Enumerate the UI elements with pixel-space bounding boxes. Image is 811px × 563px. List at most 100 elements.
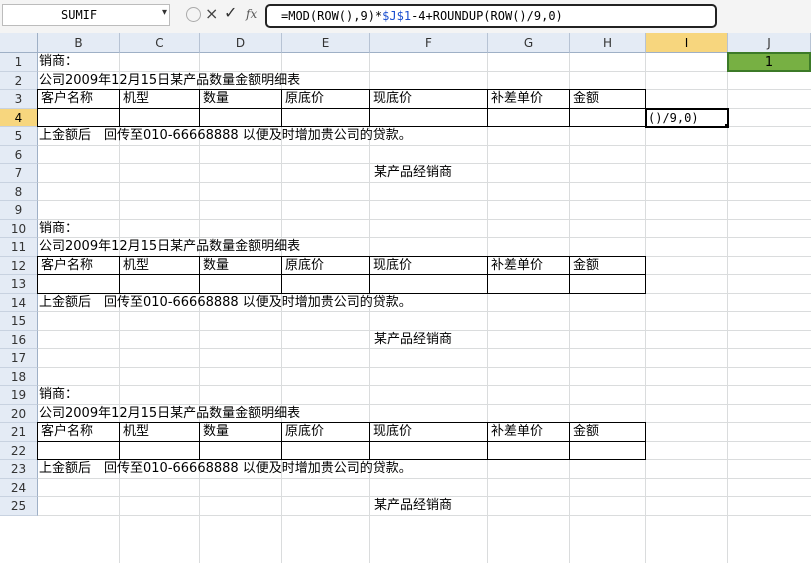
remittance-note: 上金额后 回传至010-66668888 以便及时增加贵公司的贷款。 <box>39 461 412 476</box>
cancel-icon[interactable]: × <box>205 4 218 23</box>
table-border <box>487 422 488 460</box>
chevron-down-icon[interactable]: ▾ <box>162 7 167 18</box>
name-box-value: SUMIF <box>61 8 98 22</box>
table-header-cell: 客户名称 <box>41 91 94 106</box>
row-header-15[interactable]: 15 <box>0 312 38 331</box>
column-header-j[interactable]: J <box>728 33 811 53</box>
row-header-1[interactable]: 1 <box>0 53 38 72</box>
gridline-vertical <box>727 53 728 563</box>
signature-dealer: 某产品经销商 <box>374 165 453 180</box>
table-border <box>119 255 120 294</box>
formula-cell-reference: $J$1 <box>382 9 412 23</box>
table-border <box>37 422 38 460</box>
table-border <box>37 89 38 127</box>
row-header-5[interactable]: 5 <box>0 127 38 146</box>
formula-bar-circle-icon <box>186 7 201 22</box>
select-all-corner[interactable] <box>0 33 38 53</box>
row-header-12[interactable]: 12 <box>0 256 38 275</box>
column-header-b[interactable]: B <box>38 33 120 53</box>
table-header-cell: 客户名称 <box>41 257 94 273</box>
row-header-23[interactable]: 23 <box>0 460 38 479</box>
row-header-2[interactable]: 2 <box>0 71 38 90</box>
formula-part: -4+ROUNDUP(ROW()/9,0) <box>411 9 563 23</box>
row-header-18[interactable]: 18 <box>0 367 38 386</box>
table-header-cell: 数量 <box>203 257 230 273</box>
row-header-22[interactable]: 22 <box>0 441 38 460</box>
row-header-21[interactable]: 21 <box>0 423 38 442</box>
name-box[interactable]: SUMIF ▾ <box>2 4 170 26</box>
dealer-label: 销商： <box>39 54 79 69</box>
gridline-horizontal <box>38 218 811 220</box>
formula-bar: SUMIF ▾ × ✓ fx =MOD(ROW(),9)*$J$1-4+ROUN… <box>0 0 811 34</box>
row-header-4[interactable]: 4 <box>0 108 38 127</box>
table-header-cell: 现底价 <box>373 424 413 439</box>
table-border <box>119 89 120 127</box>
table-border <box>369 422 370 460</box>
cell-i4-editing[interactable]: ()/9,0) <box>645 107 729 128</box>
row-header-6[interactable]: 6 <box>0 145 38 164</box>
report-title: 公司2009年12月15日某产品数量金额明细表 <box>39 72 301 88</box>
table-header-cell: 机型 <box>123 424 150 439</box>
table-header-cell: 金额 <box>573 91 600 106</box>
report-title: 公司2009年12月15日某产品数量金额明细表 <box>39 405 301 421</box>
row-header-20[interactable]: 20 <box>0 404 38 423</box>
table-header-cell: 原底价 <box>285 424 325 439</box>
row-header-17[interactable]: 17 <box>0 349 38 368</box>
table-header-cell: 机型 <box>123 257 150 273</box>
column-header-i[interactable]: I <box>646 33 728 53</box>
table-border <box>119 422 120 460</box>
table-border <box>569 89 570 127</box>
column-header-c[interactable]: C <box>120 33 200 53</box>
table-border <box>199 89 200 127</box>
column-header-d[interactable]: D <box>200 33 282 53</box>
cell-i4-text: ()/9,0) <box>648 110 699 125</box>
row-header-10[interactable]: 10 <box>0 219 38 238</box>
enter-check-icon[interactable]: ✓ <box>224 3 237 22</box>
table-border <box>369 255 370 294</box>
spreadsheet-window: SUMIF ▾ × ✓ fx =MOD(ROW(),9)*$J$1-4+ROUN… <box>0 0 811 563</box>
signature-dealer: 某产品经销商 <box>374 331 453 347</box>
table-border <box>645 422 646 460</box>
table-border <box>369 89 370 127</box>
table-header-cell: 补差单价 <box>491 91 544 106</box>
worksheet-grid[interactable]: B C D E F G H I J 1 2 3 4 5 6 7 8 9 10 11 12 13 14 15 16 17 18 19 20… <box>0 33 811 563</box>
formula-input[interactable]: =MOD(ROW(),9)*$J$1-4+ROUNDUP(ROW()/9,0) <box>265 4 717 28</box>
dealer-label: 销商： <box>39 387 79 402</box>
row-header-16[interactable]: 16 <box>0 330 38 349</box>
row-header-3[interactable]: 3 <box>0 90 38 109</box>
gridline-vertical <box>569 53 570 563</box>
row-header-9[interactable]: 9 <box>0 201 38 220</box>
table-border <box>199 422 200 460</box>
table-border <box>487 89 488 127</box>
fill-handle[interactable] <box>725 124 727 127</box>
column-header-g[interactable]: G <box>488 33 570 53</box>
table-border <box>199 255 200 294</box>
cell-j1[interactable]: 1 <box>727 52 811 72</box>
table-border <box>38 255 646 257</box>
row-header-19[interactable]: 19 <box>0 386 38 405</box>
table-header-cell: 补差单价 <box>491 257 544 273</box>
gridline-horizontal <box>38 366 811 368</box>
column-header-f[interactable]: F <box>370 33 488 53</box>
table-header-cell: 机型 <box>123 91 150 106</box>
row-header-24[interactable]: 24 <box>0 478 38 497</box>
row-header-7[interactable]: 7 <box>0 164 38 183</box>
row-header-14[interactable]: 14 <box>0 293 38 312</box>
table-header-cell: 现底价 <box>373 257 413 273</box>
insert-function-icon[interactable]: fx <box>246 7 257 21</box>
table-border <box>37 255 38 294</box>
row-header-13[interactable]: 13 <box>0 275 38 294</box>
table-border <box>38 422 646 423</box>
column-header-h[interactable]: H <box>570 33 646 53</box>
gridline-horizontal <box>38 200 811 201</box>
table-header-cell: 客户名称 <box>41 424 94 439</box>
row-header-11[interactable]: 11 <box>0 238 38 257</box>
table-border <box>645 255 646 294</box>
gridline-horizontal <box>38 385 811 386</box>
remittance-note: 上金额后 回传至010-66668888 以便及时增加贵公司的贷款。 <box>39 128 412 143</box>
row-header-8[interactable]: 8 <box>0 182 38 201</box>
table-header-cell: 补差单价 <box>491 424 544 439</box>
table-border <box>569 255 570 294</box>
row-header-25[interactable]: 25 <box>0 497 38 516</box>
column-header-e[interactable]: E <box>282 33 370 53</box>
